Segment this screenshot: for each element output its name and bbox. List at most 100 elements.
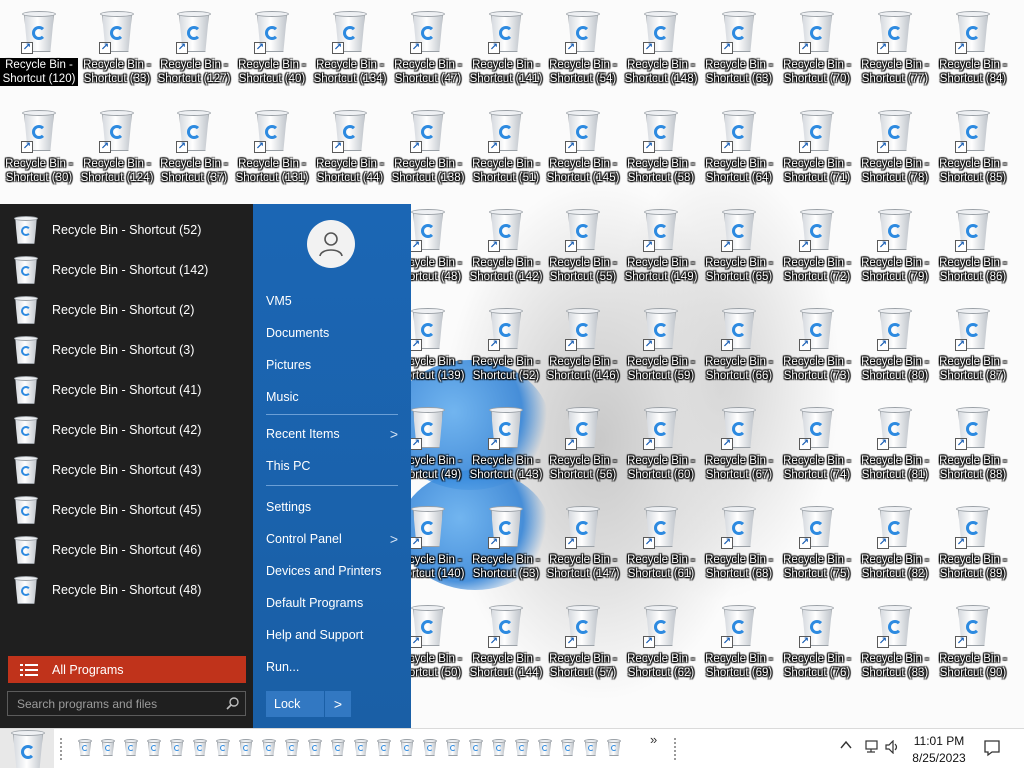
taskbar-recycle-bin-icon[interactable] bbox=[445, 739, 461, 757]
taskbar-recycle-bin-icon[interactable] bbox=[261, 739, 277, 757]
desktop-icon[interactable]: ↗ Recycle Bin - Shortcut (75) bbox=[778, 495, 856, 587]
desktop-icon[interactable]: ↗ Recycle Bin - Shortcut (148) bbox=[622, 0, 700, 92]
place-pictures[interactable]: Pictures bbox=[266, 354, 398, 376]
desktop-icon[interactable]: ↗ Recycle Bin - Shortcut (69) bbox=[700, 594, 778, 686]
start-button[interactable] bbox=[0, 729, 54, 768]
show-hidden-icons-button[interactable] bbox=[840, 738, 852, 753]
taskbar-recycle-bin-icon[interactable] bbox=[330, 739, 346, 757]
desktop-icon[interactable]: ↗ Recycle Bin - Shortcut (73) bbox=[778, 297, 856, 389]
place-run[interactable]: Run... bbox=[266, 656, 398, 678]
desktop-icon[interactable]: ↗ Recycle Bin - Shortcut (33) bbox=[78, 0, 156, 92]
taskbar-recycle-bin-icon[interactable] bbox=[192, 739, 208, 757]
desktop-icon[interactable]: ↗ Recycle Bin - Shortcut (131) bbox=[233, 99, 311, 191]
program-item[interactable]: Recycle Bin - Shortcut (48) bbox=[0, 570, 253, 610]
taskbar-recycle-bin-icon[interactable] bbox=[514, 739, 530, 757]
desktop-icon[interactable]: ↗ Recycle Bin - Shortcut (61) bbox=[622, 495, 700, 587]
volume-icon[interactable] bbox=[885, 739, 901, 757]
desktop-icon[interactable]: ↗ Recycle Bin - Shortcut (76) bbox=[778, 594, 856, 686]
place-user[interactable]: VM5 bbox=[266, 290, 398, 312]
desktop-icon[interactable]: ↗ Recycle Bin - Shortcut (87) bbox=[934, 297, 1012, 389]
place-this-pc[interactable]: This PC bbox=[266, 455, 398, 477]
taskbar-recycle-bin-icon[interactable] bbox=[560, 739, 576, 757]
taskbar-recycle-bin-icon[interactable] bbox=[123, 739, 139, 757]
desktop-icon[interactable]: ↗ Recycle Bin - Shortcut (71) bbox=[778, 99, 856, 191]
desktop-icon[interactable]: ↗ Recycle Bin - Shortcut (70) bbox=[778, 0, 856, 92]
desktop-icon[interactable]: ↗ Recycle Bin - Shortcut (51) bbox=[467, 99, 545, 191]
desktop-icon[interactable]: ↗ Recycle Bin - Shortcut (55) bbox=[544, 198, 622, 290]
desktop-icon[interactable]: ↗ Recycle Bin - Shortcut (30) bbox=[0, 99, 78, 191]
clock-time[interactable]: 11:01 PM bbox=[908, 734, 970, 748]
taskbar-recycle-bin-icon[interactable] bbox=[583, 739, 599, 757]
desktop-icon[interactable]: ↗ Recycle Bin - Shortcut (84) bbox=[934, 0, 1012, 92]
desktop-icon[interactable]: ↗ Recycle Bin - Shortcut (68) bbox=[700, 495, 778, 587]
program-item[interactable]: Recycle Bin - Shortcut (42) bbox=[0, 410, 253, 450]
taskbar-recycle-bin-icon[interactable] bbox=[468, 739, 484, 757]
desktop-icon[interactable]: ↗ Recycle Bin - Shortcut (138) bbox=[389, 99, 467, 191]
taskbar-recycle-bin-icon[interactable] bbox=[146, 739, 162, 757]
all-programs-button[interactable]: All Programs bbox=[8, 656, 246, 683]
desktop-icon[interactable]: ↗ Recycle Bin - Shortcut (56) bbox=[544, 396, 622, 488]
place-settings[interactable]: Settings bbox=[266, 496, 398, 518]
program-item[interactable]: Recycle Bin - Shortcut (3) bbox=[0, 330, 253, 370]
taskbar-recycle-bin-icon[interactable] bbox=[491, 739, 507, 757]
desktop-icon[interactable]: ↗ Recycle Bin - Shortcut (83) bbox=[856, 594, 934, 686]
desktop-icon[interactable]: ↗ Recycle Bin - Shortcut (142) bbox=[467, 198, 545, 290]
taskbar-recycle-bin-icon[interactable] bbox=[422, 739, 438, 757]
desktop-icon[interactable]: ↗ Recycle Bin - Shortcut (120) bbox=[0, 0, 78, 92]
desktop-icon[interactable]: ↗ Recycle Bin - Shortcut (81) bbox=[856, 396, 934, 488]
place-devices-printers[interactable]: Devices and Printers bbox=[266, 560, 398, 582]
program-item[interactable]: Recycle Bin - Shortcut (46) bbox=[0, 530, 253, 570]
taskbar-recycle-bin-icon[interactable] bbox=[238, 739, 254, 757]
desktop-icon[interactable]: ↗ Recycle Bin - Shortcut (90) bbox=[934, 594, 1012, 686]
lock-button[interactable]: Lock bbox=[266, 691, 324, 717]
desktop-icon[interactable]: ↗ Recycle Bin - Shortcut (146) bbox=[544, 297, 622, 389]
desktop-icon[interactable]: ↗ Recycle Bin - Shortcut (74) bbox=[778, 396, 856, 488]
program-item[interactable]: Recycle Bin - Shortcut (52) bbox=[0, 210, 253, 250]
desktop-icon[interactable]: ↗ Recycle Bin - Shortcut (141) bbox=[467, 0, 545, 92]
desktop-icon[interactable]: ↗ Recycle Bin - Shortcut (127) bbox=[155, 0, 233, 92]
taskbar-overflow-button[interactable]: » bbox=[650, 732, 657, 747]
clock-date[interactable]: 8/25/2023 bbox=[908, 751, 970, 765]
desktop-icon[interactable]: ↗ Recycle Bin - Shortcut (79) bbox=[856, 198, 934, 290]
desktop-icon[interactable]: ↗ Recycle Bin - Shortcut (72) bbox=[778, 198, 856, 290]
desktop-icon[interactable]: ↗ Recycle Bin - Shortcut (66) bbox=[700, 297, 778, 389]
taskbar-grip[interactable] bbox=[60, 738, 62, 760]
desktop-icon[interactable]: ↗ Recycle Bin - Shortcut (144) bbox=[467, 594, 545, 686]
taskbar-recycle-bin-icon[interactable] bbox=[537, 739, 553, 757]
desktop-icon[interactable]: ↗ Recycle Bin - Shortcut (134) bbox=[311, 0, 389, 92]
desktop-icon[interactable]: ↗ Recycle Bin - Shortcut (67) bbox=[700, 396, 778, 488]
program-item[interactable]: Recycle Bin - Shortcut (41) bbox=[0, 370, 253, 410]
desktop-icon[interactable]: ↗ Recycle Bin - Shortcut (143) bbox=[467, 396, 545, 488]
user-avatar[interactable] bbox=[307, 220, 355, 268]
taskbar-recycle-bin-icon[interactable] bbox=[606, 739, 622, 757]
desktop-icon[interactable]: ↗ Recycle Bin - Shortcut (37) bbox=[155, 99, 233, 191]
desktop-icon[interactable]: ↗ Recycle Bin - Shortcut (57) bbox=[544, 594, 622, 686]
desktop-icon[interactable]: ↗ Recycle Bin - Shortcut (145) bbox=[544, 99, 622, 191]
desktop-icon[interactable]: ↗ Recycle Bin - Shortcut (77) bbox=[856, 0, 934, 92]
desktop-icon[interactable]: ↗ Recycle Bin - Shortcut (64) bbox=[700, 99, 778, 191]
place-documents[interactable]: Documents bbox=[266, 322, 398, 344]
desktop-icon[interactable]: ↗ Recycle Bin - Shortcut (149) bbox=[622, 198, 700, 290]
desktop-icon[interactable]: ↗ Recycle Bin - Shortcut (47) bbox=[389, 0, 467, 92]
program-item[interactable]: Recycle Bin - Shortcut (43) bbox=[0, 450, 253, 490]
taskbar-recycle-bin-icon[interactable] bbox=[307, 739, 323, 757]
taskbar-recycle-bin-icon[interactable] bbox=[353, 739, 369, 757]
program-item[interactable]: Recycle Bin - Shortcut (45) bbox=[0, 490, 253, 530]
desktop-icon[interactable]: ↗ Recycle Bin - Shortcut (124) bbox=[78, 99, 156, 191]
desktop-icon[interactable]: ↗ Recycle Bin - Shortcut (82) bbox=[856, 495, 934, 587]
desktop-icon[interactable]: ↗ Recycle Bin - Shortcut (89) bbox=[934, 495, 1012, 587]
desktop-icon[interactable]: ↗ Recycle Bin - Shortcut (44) bbox=[311, 99, 389, 191]
taskbar-recycle-bin-icon[interactable] bbox=[215, 739, 231, 757]
desktop-icon[interactable]: ↗ Recycle Bin - Shortcut (62) bbox=[622, 594, 700, 686]
desktop-icon[interactable]: ↗ Recycle Bin - Shortcut (63) bbox=[700, 0, 778, 92]
taskbar-recycle-bin-icon[interactable] bbox=[399, 739, 415, 757]
desktop-icon[interactable]: ↗ Recycle Bin - Shortcut (40) bbox=[233, 0, 311, 92]
place-recent-items[interactable]: Recent Items > bbox=[266, 423, 398, 445]
desktop-icon[interactable]: ↗ Recycle Bin - Shortcut (60) bbox=[622, 396, 700, 488]
notification-icon[interactable] bbox=[983, 739, 1001, 760]
power-options-arrow-button[interactable]: > bbox=[325, 691, 351, 717]
desktop-icon[interactable]: ↗ Recycle Bin - Shortcut (59) bbox=[622, 297, 700, 389]
taskbar-recycle-bin-icon[interactable] bbox=[376, 739, 392, 757]
start-search-box[interactable] bbox=[7, 691, 246, 716]
desktop-icon[interactable]: ↗ Recycle Bin - Shortcut (85) bbox=[934, 99, 1012, 191]
